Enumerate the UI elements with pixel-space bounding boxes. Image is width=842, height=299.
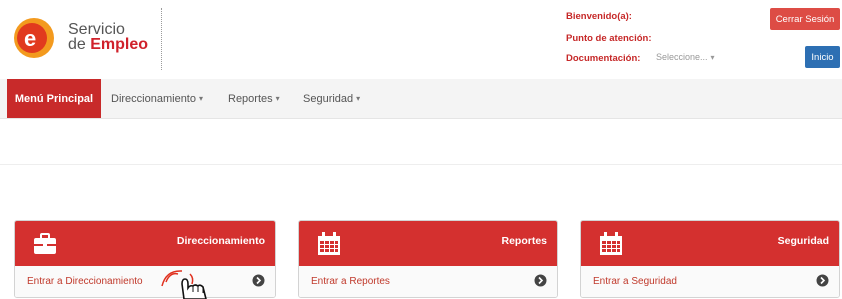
logo-line2-bold: Empleo	[90, 36, 149, 53]
chevron-down-icon: ▾	[710, 53, 715, 62]
card-footer[interactable]: Entrar a Direccionamiento	[15, 266, 275, 297]
nav-item-reportes[interactable]: Reportes ▾	[228, 79, 280, 118]
logo-divider	[161, 8, 162, 70]
nav-item-menu-principal[interactable]: Menú Principal	[7, 79, 101, 118]
card-link[interactable]: Entrar a Reportes	[311, 276, 390, 287]
card-seguridad[interactable]: Seguridad Entrar a Seguridad	[580, 220, 840, 298]
card-link[interactable]: Entrar a Seguridad	[593, 276, 677, 287]
logo[interactable]: e Servicio de Empleo	[12, 10, 162, 66]
calendar-icon	[318, 232, 340, 255]
card-header: Direccionamiento	[15, 221, 275, 266]
nav-item-label: Seguridad	[303, 92, 354, 105]
chevron-down-icon: ▾	[198, 94, 203, 103]
welcome-label: Bienvenido(a):	[566, 11, 632, 22]
nav-item-label: Direccionamiento	[111, 92, 196, 105]
hand-pointer-cursor-icon	[161, 270, 207, 299]
card-title: Reportes	[501, 235, 547, 247]
documentation-label: Documentación:	[566, 53, 641, 64]
card-direccionamiento[interactable]: Direccionamiento Entrar a Direccionamien…	[14, 220, 276, 298]
calendar-icon	[600, 232, 622, 255]
header: e Servicio de Empleo Bienvenido(a): Punt…	[0, 0, 842, 78]
chevron-down-icon: ▾	[275, 94, 280, 103]
logo-line2-prefix: de	[68, 36, 91, 53]
card-footer[interactable]: Entrar a Reportes	[299, 266, 557, 297]
logo-line1: Servicio	[68, 21, 125, 38]
card-link[interactable]: Entrar a Direccionamiento	[27, 276, 143, 287]
arrow-circle-right-icon[interactable]	[534, 274, 547, 287]
logout-button[interactable]: Cerrar Sesión	[770, 8, 840, 30]
briefcase-icon	[34, 233, 56, 254]
logo-text: Servicio de Empleo	[68, 21, 149, 53]
card-title: Seguridad	[777, 235, 829, 247]
documentation-select[interactable]: Seleccione... ▾	[656, 52, 728, 66]
arrow-circle-right-icon[interactable]	[816, 274, 829, 287]
svg-text:e: e	[24, 26, 36, 51]
main-nav: Menú Principal Direccionamiento ▾ Reporte…	[0, 79, 842, 119]
home-button[interactable]: Inicio	[805, 46, 840, 68]
servicio-empleo-logo-icon: e	[14, 18, 54, 58]
documentation-select-value: Seleccione...	[656, 52, 708, 62]
logo-line2: de Empleo	[68, 36, 149, 53]
card-header: Seguridad	[581, 221, 839, 266]
arrow-circle-right-icon[interactable]	[252, 274, 265, 287]
card-footer[interactable]: Entrar a Seguridad	[581, 266, 839, 297]
nav-item-label: Reportes	[228, 92, 273, 105]
nav-item-seguridad[interactable]: Seguridad ▾	[303, 79, 360, 118]
divider	[0, 164, 842, 165]
chevron-down-icon: ▾	[356, 94, 361, 103]
nav-item-direccionamiento[interactable]: Direccionamiento ▾	[111, 79, 203, 118]
card-reportes[interactable]: Reportes Entrar a Reportes	[298, 220, 558, 298]
attention-point-label: Punto de atención:	[566, 33, 652, 44]
card-header: Reportes	[299, 221, 557, 266]
card-title: Direccionamiento	[176, 235, 265, 247]
